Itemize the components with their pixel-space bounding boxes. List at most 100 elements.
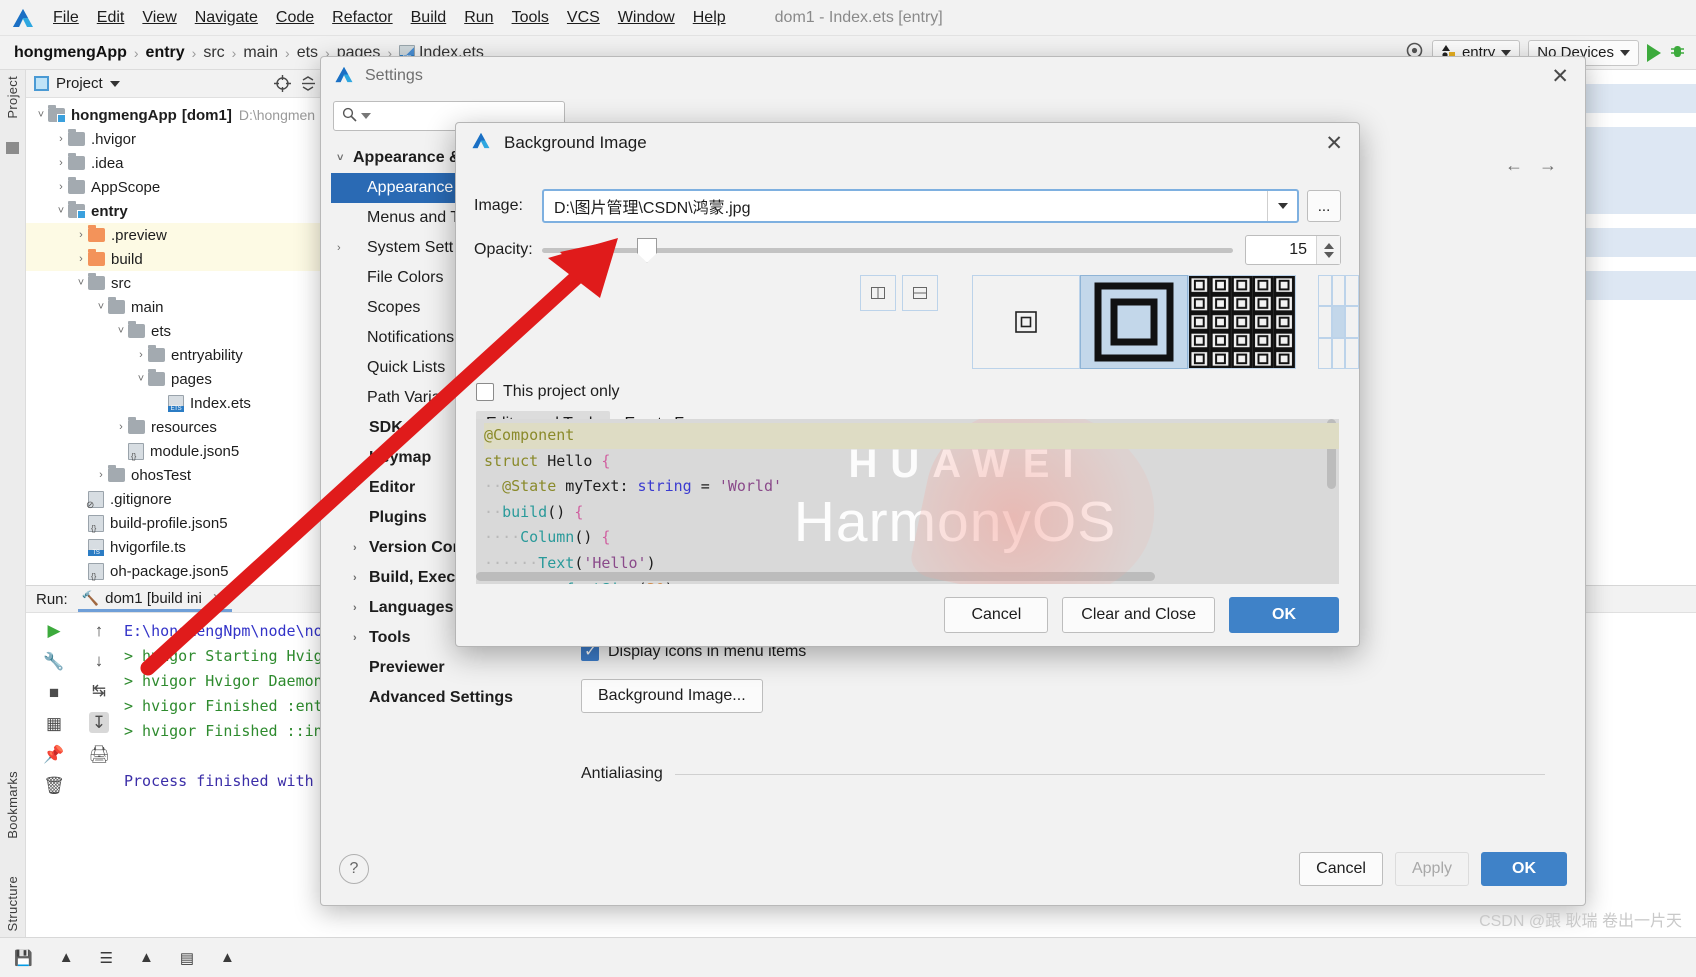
tree-expand-arrow[interactable]: ˅ [94, 301, 108, 313]
tree-expand-arrow[interactable]: › [74, 229, 88, 241]
anchor-bottom-center[interactable] [1331, 337, 1346, 369]
bg-ok-button[interactable]: OK [1229, 597, 1339, 633]
fill-mode-tile[interactable] [1188, 275, 1296, 369]
tree-item-src[interactable]: ˅ src [26, 271, 325, 295]
settings-item-previewer[interactable]: Previewer [331, 653, 571, 683]
chevron-down-icon[interactable] [1267, 191, 1297, 221]
tree-item-main[interactable]: ˅ main [26, 295, 325, 319]
help-icon[interactable]: ? [339, 854, 369, 884]
status-item[interactable]: ▤ [180, 949, 194, 967]
settings-expand-arrow[interactable]: › [353, 602, 369, 614]
tree-expand-arrow[interactable]: › [114, 421, 128, 433]
arrow-down-icon[interactable]: ↓ [95, 652, 104, 669]
breadcrumb-item-4[interactable]: ets [297, 44, 318, 62]
breadcrumb-item-1[interactable]: entry [146, 44, 185, 62]
tree-item-entry[interactable]: ˅ entry [26, 199, 325, 223]
tree-item--preview[interactable]: › .preview [26, 223, 325, 247]
menu-tools[interactable]: Tools [503, 6, 558, 30]
arrow-left-icon[interactable]: ← [1505, 155, 1523, 176]
chevron-down-icon[interactable] [109, 80, 120, 87]
arrow-up-icon[interactable]: ↑ [95, 622, 104, 639]
tree-expand-arrow[interactable]: › [54, 133, 68, 145]
settings-ok-button[interactable]: OK [1481, 852, 1567, 886]
tree-item--gitignore[interactable]: .gitignore [26, 487, 325, 511]
collapse-all-icon[interactable] [300, 75, 317, 92]
debug-icon[interactable] [1669, 42, 1686, 64]
menu-view[interactable]: View [133, 6, 185, 30]
settings-item-advanced-settings[interactable]: Advanced Settings [331, 683, 571, 713]
image-path-input[interactable]: D:\图片管理\CSDN\鸿蒙.jpg [542, 189, 1299, 223]
settings-cancel-button[interactable]: Cancel [1299, 852, 1383, 886]
anchor-middle-right[interactable] [1345, 306, 1359, 338]
browse-file-button[interactable]: ... [1307, 190, 1341, 222]
tree-expand-arrow[interactable]: ˅ [34, 109, 48, 121]
menu-file[interactable]: File [44, 6, 88, 30]
anchor-top-right[interactable] [1345, 275, 1359, 307]
layout-icon[interactable]: ▦ [46, 715, 62, 732]
split-horizontal-icon[interactable] [902, 275, 938, 311]
stripe-structure-label[interactable]: Structure [5, 876, 20, 931]
scroll-to-end-icon[interactable]: ↧ [88, 712, 110, 733]
project-tree[interactable]: ˅ hongmengApp [dom1] D:\hongmen › .hvigor › .id… [26, 98, 325, 607]
run-tab[interactable]: 🔨 dom1 [build ini ✕ [77, 587, 232, 612]
stripe-bookmarks-label[interactable]: Bookmarks [5, 771, 20, 839]
tree-expand-arrow[interactable]: › [54, 157, 68, 169]
tree-expand-arrow[interactable]: › [94, 469, 108, 481]
settings-expand-arrow[interactable]: › [353, 572, 369, 584]
stop-icon[interactable]: ■ [49, 684, 59, 701]
spinner-down-icon[interactable] [1323, 251, 1334, 258]
spinner-up-icon[interactable] [1323, 242, 1334, 249]
wrench-icon[interactable]: 🔧 [43, 653, 64, 670]
settings-apply-button[interactable]: Apply [1394, 852, 1469, 886]
trash-icon[interactable]: 🗑 [43, 777, 65, 794]
tree-expand-arrow[interactable]: ˅ [54, 205, 68, 217]
tree-item-oh-package-json5[interactable]: oh-package.json5 [26, 559, 325, 583]
tree-item-module-json5[interactable]: module.json5 [26, 439, 325, 463]
status-item[interactable]: ▲ [139, 949, 154, 966]
tree-item--hvigor[interactable]: › .hvigor [26, 127, 325, 151]
background-image-button[interactable]: Background Image... [581, 679, 763, 713]
settings-expand-arrow[interactable]: › [353, 542, 369, 554]
fill-mode-plain[interactable] [972, 275, 1080, 369]
bg-cancel-button[interactable]: Cancel [944, 597, 1049, 633]
status-item[interactable]: ▲ [59, 949, 74, 966]
locate-icon[interactable] [274, 75, 291, 92]
rerun-icon[interactable]: ▶ [47, 622, 60, 639]
opacity-spinner[interactable]: 15 [1245, 235, 1341, 265]
tree-item-hvigorfile-ts[interactable]: hvigorfile.ts [26, 535, 325, 559]
settings-expand-arrow[interactable]: › [337, 242, 353, 254]
menu-refactor[interactable]: Refactor [323, 6, 401, 30]
status-item[interactable]: 💾 [14, 949, 33, 967]
tree-item--idea[interactable]: › .idea [26, 151, 325, 175]
menu-navigate[interactable]: Navigate [186, 6, 267, 30]
anchor-bottom-right[interactable] [1345, 337, 1359, 369]
tree-item-appscope[interactable]: › AppScope [26, 175, 325, 199]
anchor-top-left[interactable] [1318, 275, 1332, 307]
anchor-top-center[interactable] [1331, 275, 1346, 307]
slider-thumb[interactable] [637, 237, 657, 263]
close-icon[interactable]: ✕ [1325, 131, 1343, 156]
menu-window[interactable]: Window [609, 6, 684, 30]
split-vertical-icon[interactable] [860, 275, 896, 311]
tree-expand-arrow[interactable]: › [54, 181, 68, 193]
tree-expand-arrow[interactable]: › [74, 253, 88, 265]
fill-mode-scale[interactable] [1080, 275, 1188, 369]
bg-clear-and-close-button[interactable]: Clear and Close [1062, 597, 1215, 633]
stripe-project-label[interactable]: Project [5, 76, 20, 119]
breadcrumb-item-2[interactable]: src [203, 44, 224, 62]
menu-build[interactable]: Build [402, 6, 456, 30]
settings-expand-arrow[interactable]: ˅ [337, 152, 353, 164]
menu-vcs[interactable]: VCS [558, 6, 609, 30]
tree-expand-arrow[interactable]: › [134, 349, 148, 361]
tree-item-build-profile-json5[interactable]: build-profile.json5 [26, 511, 325, 535]
breadcrumb-item-0[interactable]: hongmengApp [14, 44, 127, 62]
status-item[interactable]: ▲ [220, 949, 235, 966]
menu-help[interactable]: Help [684, 6, 735, 30]
tree-expand-arrow[interactable]: ˅ [74, 277, 88, 289]
close-icon[interactable]: ✕ [212, 590, 224, 607]
tree-expand-arrow[interactable]: ˅ [134, 373, 148, 385]
run-play-icon[interactable] [1647, 43, 1661, 62]
close-icon[interactable]: ✕ [1551, 64, 1569, 89]
tree-item-hongmengapp[interactable]: ˅ hongmengApp [dom1] D:\hongmen [26, 103, 325, 127]
settings-expand-arrow[interactable]: › [353, 632, 369, 644]
